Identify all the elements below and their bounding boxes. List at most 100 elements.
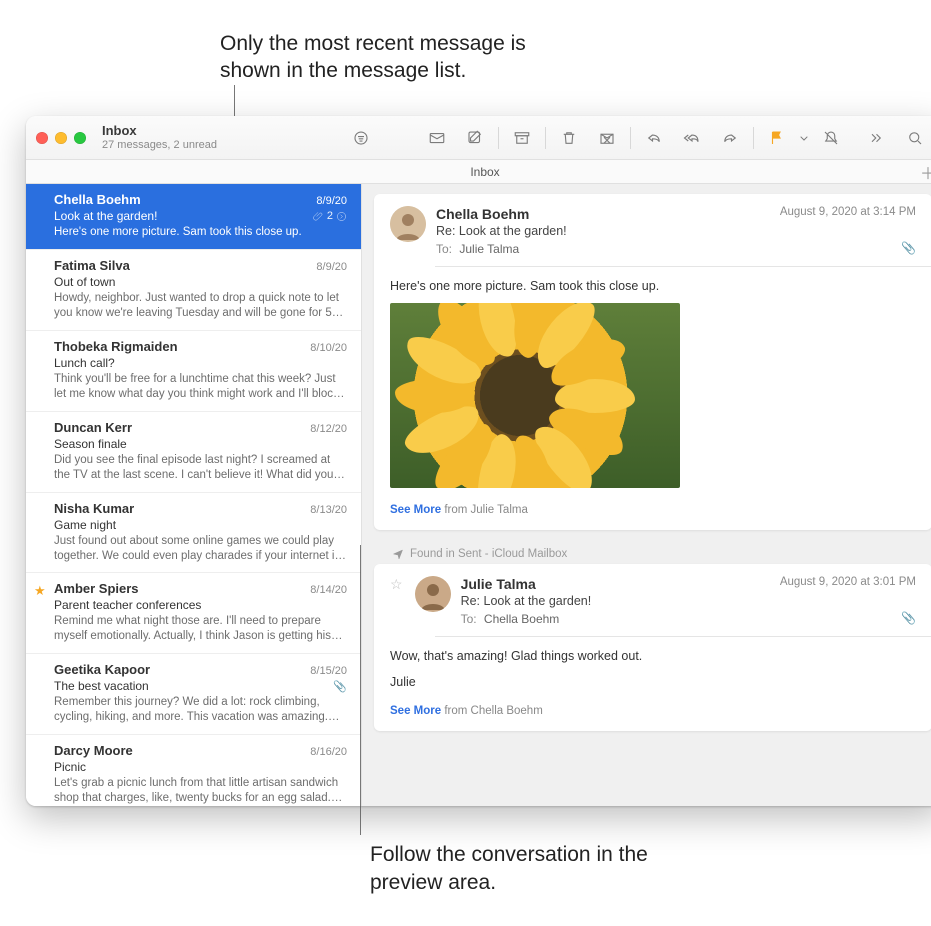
message-preview: Let's grab a picnic lunch from that litt…: [54, 776, 347, 806]
more-button[interactable]: [856, 124, 894, 152]
divider: [435, 266, 931, 267]
conversation-preview[interactable]: Chella Boehm August 9, 2020 at 3:14 PM R…: [362, 184, 931, 806]
favorites-bar-item[interactable]: Inbox: [470, 165, 499, 179]
add-favorite-button[interactable]: ＋: [920, 160, 931, 184]
envelope-icon: [428, 129, 446, 147]
reply-button[interactable]: [635, 124, 673, 152]
reply-all-button[interactable]: [673, 124, 711, 152]
attachment-icon: 📎: [901, 611, 916, 625]
chevrons-right-icon: [866, 129, 884, 147]
message-date: 8/16/20: [310, 746, 347, 758]
mail-window: Inbox 27 messages, 2 unread: [26, 116, 931, 806]
message-date: 8/12/20: [310, 423, 347, 435]
toolbar-separator: [630, 127, 631, 149]
message-from: Thobeka Rigmaiden: [54, 339, 178, 354]
message-list-item[interactable]: Fatima Silva 8/9/20 Out of town Howdy, n…: [26, 250, 361, 331]
message-body: Wow, that's amazing! Glad things worked …: [390, 649, 916, 663]
message-from: Darcy Moore: [54, 743, 133, 758]
toolbar-separator: [498, 127, 499, 149]
message-preview: Just found out about some online games w…: [54, 534, 347, 564]
message-list-item[interactable]: Geetika Kapoor 8/15/20 The best vacation…: [26, 654, 361, 735]
message-list-item[interactable]: ★ Amber Spiers 8/14/20 Parent teacher co…: [26, 573, 361, 654]
message-date: August 9, 2020 at 3:01 PM: [780, 576, 916, 588]
message-subject: Re: Look at the garden!: [436, 224, 916, 238]
search-button[interactable]: [896, 124, 931, 152]
message-list-item[interactable]: Nisha Kumar 8/13/20 Game night Just foun…: [26, 493, 361, 574]
minimize-window-button[interactable]: [55, 132, 67, 144]
chevron-circle-icon: [336, 211, 347, 222]
message-list-item[interactable]: Chella Boehm 8/9/20 Look at the garden! …: [26, 184, 361, 250]
junk-icon: [598, 129, 616, 147]
message-date: 8/9/20: [316, 261, 347, 273]
attachment-icon: [313, 211, 324, 222]
mute-button[interactable]: [812, 124, 850, 152]
message-subject: Re: Look at the garden!: [461, 594, 916, 608]
filter-button[interactable]: [342, 124, 380, 152]
divider: [435, 636, 931, 637]
message-subject: Parent teacher conferences: [54, 598, 201, 612]
close-window-button[interactable]: [36, 132, 48, 144]
message-subject: The best vacation: [54, 679, 149, 693]
avatar: [390, 206, 426, 242]
message-subject: Picnic: [54, 760, 86, 774]
callout-bottom: Follow the conversation in the preview a…: [370, 841, 670, 896]
get-mail-button[interactable]: [418, 124, 456, 152]
star-toggle[interactable]: ☆: [390, 576, 403, 626]
message-list-item[interactable]: Thobeka Rigmaiden 8/10/20 Lunch call? Th…: [26, 331, 361, 412]
message-date: 8/9/20: [316, 195, 347, 207]
message-date: August 9, 2020 at 3:14 PM: [780, 206, 916, 218]
archive-button[interactable]: [503, 124, 541, 152]
callout-line: [360, 545, 361, 835]
message-signature: Julie: [390, 675, 916, 689]
message-list[interactable]: Chella Boehm 8/9/20 Look at the garden! …: [26, 184, 362, 806]
message-card[interactable]: Chella Boehm August 9, 2020 at 3:14 PM R…: [374, 194, 931, 530]
flag-button[interactable]: [758, 124, 796, 152]
found-in-label: Found in Sent - iCloud Mailbox: [374, 542, 931, 560]
message-date: 8/15/20: [310, 665, 347, 677]
message-preview: Here's one more picture. Sam took this c…: [54, 225, 347, 240]
message-list-item[interactable]: Darcy Moore 8/16/20 Picnic Let's grab a …: [26, 735, 361, 806]
message-from: Chella Boehm: [436, 206, 529, 222]
favorites-bar: Inbox ＋: [26, 160, 931, 184]
message-body: Here's one more picture. Sam took this c…: [390, 279, 916, 293]
titlebar: Inbox 27 messages, 2 unread: [26, 116, 931, 160]
reply-all-icon: [683, 129, 701, 147]
message-list-item[interactable]: Duncan Kerr 8/12/20 Season finale Did yo…: [26, 412, 361, 493]
toolbar-separator: [545, 127, 546, 149]
message-subject: Season finale: [54, 437, 127, 451]
window-controls: [36, 132, 96, 144]
callout-top: Only the most recent message is shown in…: [220, 30, 540, 85]
forward-button[interactable]: [711, 124, 749, 152]
message-preview: Think you'll be free for a lunchtime cha…: [54, 372, 347, 402]
message-from: Fatima Silva: [54, 258, 130, 273]
message-to: To: Chella Boehm: [461, 612, 916, 626]
message-preview: Remind me what night those are. I'll nee…: [54, 614, 347, 644]
fullscreen-window-button[interactable]: [74, 132, 86, 144]
message-from: Julie Talma: [461, 576, 536, 592]
message-date: 8/14/20: [310, 584, 347, 596]
mailbox-subtitle: 27 messages, 2 unread: [102, 139, 217, 151]
message-card[interactable]: ☆ Julie Talma August 9, 2020 at 3:01 PM …: [374, 564, 931, 731]
chevron-down-icon: [796, 129, 812, 147]
forward-icon: [721, 129, 739, 147]
message-preview: Howdy, neighbor. Just wanted to drop a q…: [54, 291, 347, 321]
see-more-link[interactable]: See More from Julie Talma: [390, 504, 916, 516]
mailbox-title: Inbox: [102, 124, 217, 138]
flag-menu-button[interactable]: [796, 124, 812, 152]
star-icon: ★: [34, 583, 46, 599]
compose-button[interactable]: [456, 124, 494, 152]
delete-button[interactable]: [550, 124, 588, 152]
message-subject: Out of town: [54, 275, 115, 289]
attached-image[interactable]: [390, 303, 680, 488]
avatar: [415, 576, 451, 612]
trash-icon: [560, 129, 578, 147]
message-from: Nisha Kumar: [54, 501, 134, 516]
filter-icon: [352, 129, 370, 147]
message-to: To: Julie Talma: [436, 242, 916, 256]
message-preview: Did you see the final episode last night…: [54, 453, 347, 483]
message-from: Duncan Kerr: [54, 420, 132, 435]
junk-button[interactable]: [588, 124, 626, 152]
message-from: Amber Spiers: [54, 581, 139, 596]
reply-icon: [645, 129, 663, 147]
see-more-link[interactable]: See More from Chella Boehm: [390, 705, 916, 717]
